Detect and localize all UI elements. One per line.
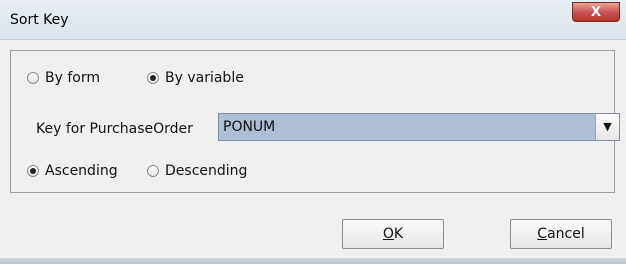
- cancel-button-mnemonic: C: [537, 226, 548, 242]
- key-select[interactable]: PONUM ▼: [218, 113, 620, 141]
- radio-descending[interactable]: Descending: [147, 163, 247, 179]
- ok-button[interactable]: OK: [342, 219, 444, 249]
- close-icon: X: [590, 5, 602, 20]
- chevron-down-icon[interactable]: ▼: [595, 114, 619, 140]
- ok-button-label: K: [393, 226, 404, 242]
- title-bar[interactable]: Sort Key X: [0, 0, 626, 40]
- radio-ascending-indicator[interactable]: [27, 165, 39, 177]
- ok-button-mnemonic: O: [382, 226, 394, 242]
- window-bottom-border: [0, 258, 626, 264]
- cancel-button-label: ancel: [547, 226, 585, 242]
- close-button[interactable]: X: [572, 2, 620, 22]
- radio-by-form-indicator[interactable]: [27, 72, 39, 84]
- sort-options-panel: By form By variable Key for PurchaseOrde…: [10, 50, 620, 193]
- radio-by-form[interactable]: By form: [27, 70, 100, 86]
- radio-by-variable[interactable]: By variable: [147, 70, 244, 86]
- radio-by-form-label: By form: [45, 70, 100, 86]
- radio-by-variable-label: By variable: [165, 70, 244, 86]
- key-label: Key for PurchaseOrder: [36, 121, 193, 137]
- radio-ascending[interactable]: Ascending: [27, 163, 118, 179]
- radio-by-variable-indicator[interactable]: [147, 72, 159, 84]
- radio-ascending-label: Ascending: [45, 163, 118, 179]
- radio-descending-label: Descending: [165, 163, 248, 179]
- key-select-value: PONUM: [223, 119, 276, 135]
- window-title: Sort Key: [10, 12, 69, 28]
- radio-descending-indicator[interactable]: [147, 165, 159, 177]
- cancel-button[interactable]: Cancel: [510, 219, 612, 249]
